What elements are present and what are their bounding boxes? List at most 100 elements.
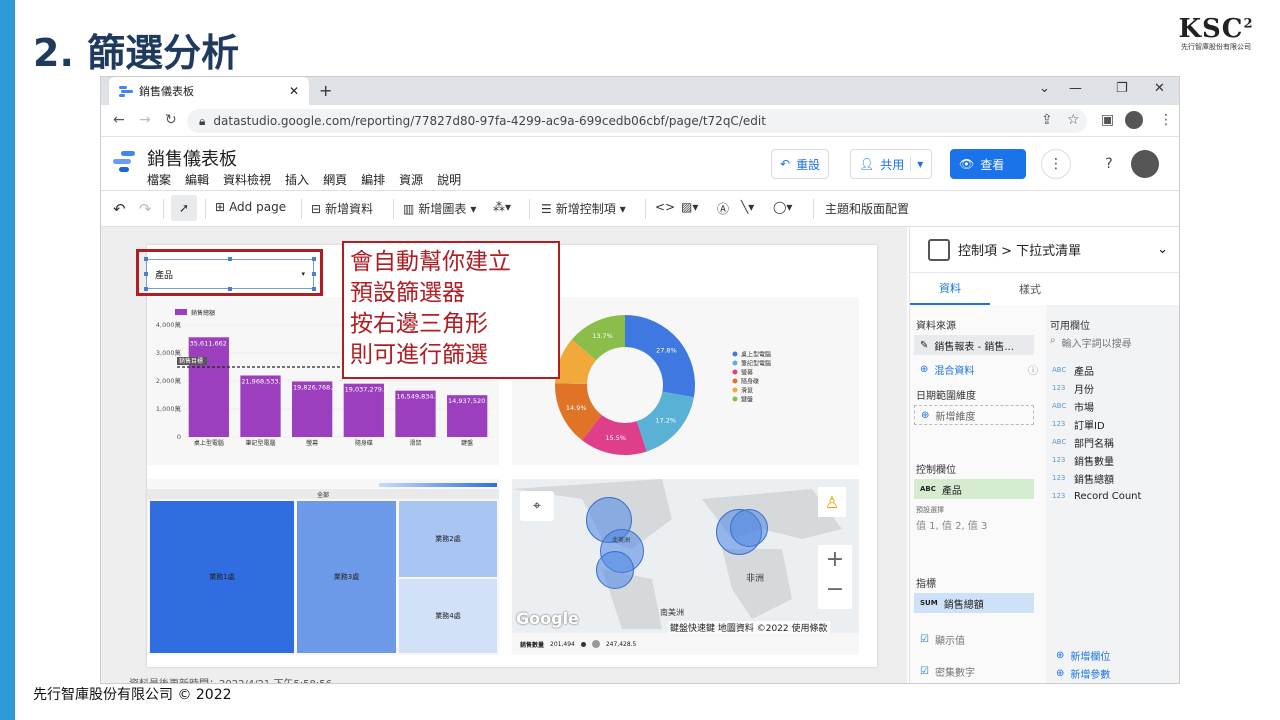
share-dropdown-icon[interactable]: ▾ bbox=[910, 157, 923, 171]
url-field[interactable]: 🔒︎ datastudio.google.com/reporting/77827d… bbox=[187, 109, 1087, 133]
reload-icon[interactable]: ↻ bbox=[165, 112, 177, 128]
slide-title: 2. 篩選分析 bbox=[33, 31, 240, 75]
field-item[interactable]: 123 銷售數量 bbox=[1052, 451, 1141, 469]
available-fields: 可用欄位 ⌕ 輸入字詞以搜尋 ABC 產品 123 月份 ABC 市場 123 訂單ID … bbox=[1046, 305, 1179, 683]
y-tick-label: 4,000萬 bbox=[156, 320, 182, 329]
ksc-logo: KSC2 先行智庫股份有限公司 bbox=[1178, 14, 1254, 51]
collapse-panel-icon[interactable]: ⌄ bbox=[1157, 242, 1168, 257]
user-avatar[interactable] bbox=[1131, 150, 1159, 178]
sidepanel-icon[interactable]: ▣ bbox=[1101, 112, 1114, 128]
add-circle-icon: ⊕ bbox=[1056, 667, 1065, 679]
menu-bar: 檔案 編輯 資料檢視 插入 網頁 編排 資源 說明 bbox=[147, 171, 461, 188]
treemap-tile[interactable]: 業務3處 bbox=[297, 501, 396, 653]
browser-menu-icon[interactable]: ⋮ bbox=[1159, 112, 1173, 128]
zoom-in-icon[interactable]: + bbox=[818, 545, 852, 575]
tab-search-icon[interactable]: ⌄ bbox=[1039, 81, 1050, 96]
legend-label: 滑鼠 bbox=[741, 387, 753, 395]
redo-icon[interactable]: ↷ bbox=[139, 200, 152, 218]
add-chart-button[interactable]: ▥ 新增圖表 ▾ bbox=[403, 200, 476, 217]
text-box-icon[interactable]: Ⓐ bbox=[717, 200, 729, 217]
add-field-button[interactable]: ⊕ 新增欄位 bbox=[1050, 645, 1110, 665]
add-control-button[interactable]: ☰ 新增控制項 ▾ bbox=[541, 200, 626, 217]
treemap-tile[interactable]: 業務4處 bbox=[399, 579, 497, 653]
y-tick-label: 3,000萬 bbox=[156, 348, 182, 357]
add-dimension-button[interactable]: ⊕ 新增維度 bbox=[914, 405, 1034, 425]
more-options-icon[interactable]: ⋮ bbox=[1041, 149, 1071, 179]
map-bubble[interactable] bbox=[730, 509, 768, 547]
menu-arrange[interactable]: 編排 bbox=[361, 171, 385, 188]
world-map bbox=[512, 479, 842, 629]
embed-code-icon[interactable]: <> bbox=[655, 200, 675, 214]
help-icon[interactable]: ⓘ bbox=[1028, 362, 1038, 377]
field-item[interactable]: ABC 部門名稱 bbox=[1052, 433, 1141, 451]
report-title[interactable]: 銷售儀表板 bbox=[147, 145, 237, 171]
menu-page[interactable]: 網頁 bbox=[323, 171, 347, 188]
location-pin-icon[interactable]: ⌖ bbox=[520, 491, 554, 521]
default-selection[interactable]: 值 1, 值 2, 值 3 bbox=[916, 517, 987, 532]
menu-resource[interactable]: 資源 bbox=[399, 171, 423, 188]
menu-help[interactable]: 說明 bbox=[437, 171, 461, 188]
dropdown-highlight-box bbox=[136, 249, 323, 296]
add-page-button[interactable]: ⊞ Add page bbox=[215, 200, 286, 214]
field-item[interactable]: ABC 市場 bbox=[1052, 397, 1141, 415]
filter-lines-icon: ☰ bbox=[541, 201, 552, 216]
image-icon[interactable]: ▨▾ bbox=[681, 200, 698, 214]
tab-style[interactable]: 樣式 bbox=[990, 273, 1070, 305]
forward-icon[interactable]: → bbox=[139, 112, 151, 128]
treemap-card[interactable]: 全部 業務1處 業務3處 業務2處 業務4處 bbox=[147, 479, 499, 655]
tab-data[interactable]: 資料 bbox=[910, 273, 990, 305]
select-cursor-icon[interactable]: ➚ bbox=[171, 195, 197, 221]
close-window-icon[interactable]: ✕ bbox=[1154, 81, 1165, 96]
geo-map-card[interactable]: ⌖ ♙ + − 非洲 南美洲 北美洲 Google 鍵盤快速鍵 地圖資料 ©202… bbox=[512, 479, 859, 655]
map-label: 北美洲 bbox=[612, 537, 631, 544]
back-icon[interactable]: ← bbox=[113, 112, 125, 128]
field-item[interactable]: 123 銷售總額 bbox=[1052, 469, 1141, 487]
browser-tab[interactable]: 銷售儀表板 ✕ bbox=[109, 77, 309, 105]
pie-chart-card[interactable]: 27.8% 桌上型電腦 17.2% 筆記型電腦 15.5% 螢幕 14.9% 隨身碟 滑鼠 13.… bbox=[512, 297, 859, 465]
pegman-icon[interactable]: ♙ bbox=[818, 487, 846, 517]
close-tab-icon[interactable]: ✕ bbox=[289, 84, 299, 98]
control-field-chip[interactable]: ABC 產品 bbox=[914, 479, 1034, 499]
community-viz-button[interactable]: ⁂▾ bbox=[493, 200, 511, 214]
treemap-tile[interactable]: 業務2處 bbox=[399, 501, 497, 577]
field-item[interactable]: 123 Record Count bbox=[1052, 487, 1141, 505]
checkbox-icon: ☑ bbox=[920, 633, 929, 645]
menu-insert[interactable]: 插入 bbox=[285, 171, 309, 188]
new-tab-button[interactable]: + bbox=[319, 81, 332, 100]
map-legend: 銷售數量 201,494 247,428.5 bbox=[512, 633, 859, 655]
share-page-icon[interactable]: ⇪ bbox=[1041, 112, 1053, 128]
help-icon[interactable]: ? bbox=[1094, 149, 1124, 179]
map-bubble[interactable] bbox=[596, 551, 634, 589]
line-icon[interactable]: ╲▾ bbox=[741, 200, 754, 214]
add-data-button[interactable]: ⊟ 新增資料 bbox=[311, 200, 373, 217]
field-item[interactable]: ABC 產品 bbox=[1052, 361, 1141, 379]
add-page-icon: ⊞ bbox=[215, 200, 226, 214]
metric-chip[interactable]: SUM 銷售總額 bbox=[914, 593, 1034, 613]
add-chart-icon: ▥ bbox=[403, 201, 415, 216]
minimize-icon[interactable]: — bbox=[1069, 81, 1082, 96]
field-item[interactable]: 123 訂單ID bbox=[1052, 415, 1141, 433]
field-search-input[interactable]: ⌕ 輸入字詞以搜尋 bbox=[1050, 335, 1132, 350]
theme-layout-button[interactable]: 主題和版面配置 bbox=[825, 200, 909, 217]
treemap-tile[interactable]: 業務1處 bbox=[150, 501, 294, 653]
profile-avatar[interactable] bbox=[1125, 111, 1143, 129]
menu-data-view[interactable]: 資料檢視 bbox=[223, 171, 271, 188]
undo-icon[interactable]: ↶ bbox=[113, 200, 126, 218]
search-icon: ⌕ bbox=[1050, 335, 1056, 346]
add-parameter-button[interactable]: ⊕ 新增參數 bbox=[1050, 663, 1110, 683]
zoom-out-icon[interactable]: − bbox=[818, 575, 852, 605]
view-button[interactable]: 👁︎ 查看 bbox=[950, 149, 1026, 179]
menu-edit[interactable]: 編輯 bbox=[185, 171, 209, 188]
data-source-selector[interactable]: ✎ 銷售報表 - 銷售... bbox=[914, 335, 1034, 355]
share-button[interactable]: 👤︎ 共用 ▾ bbox=[850, 149, 933, 179]
blend-data-button[interactable]: ⊕ 混合資料 ⓘ bbox=[914, 359, 1038, 379]
reset-button[interactable]: ↶ 重設 bbox=[771, 149, 830, 179]
compact-numbers-checkbox[interactable]: ☑ 密集數字 bbox=[914, 661, 975, 681]
restore-icon[interactable]: ❐ bbox=[1116, 81, 1128, 96]
bookmark-star-icon[interactable]: ☆ bbox=[1067, 112, 1080, 128]
field-item[interactable]: 123 月份 bbox=[1052, 379, 1141, 397]
menu-file[interactable]: 檔案 bbox=[147, 171, 171, 188]
show-values-checkbox[interactable]: ☑ 顯示值 bbox=[914, 629, 965, 649]
toolbar: ↶ ↷ ➚ ⊞ Add page ⊟ 新增資料 ▥ 新增圖表 ▾ ⁂▾ ☰ 新增控制項 ▾ … bbox=[101, 191, 1179, 227]
shape-icon[interactable]: ◯▾ bbox=[773, 200, 792, 214]
